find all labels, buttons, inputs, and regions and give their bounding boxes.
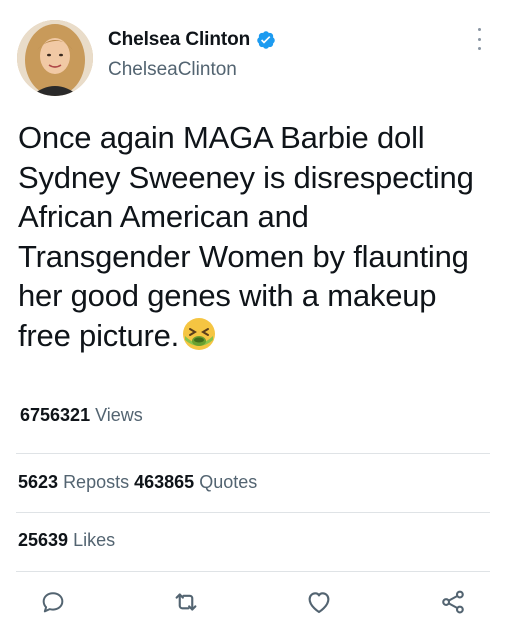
reposts-count[interactable]: 5623 [18, 472, 58, 492]
reply-icon[interactable] [36, 585, 70, 619]
verified-badge-icon [256, 30, 276, 50]
repost-icon[interactable] [169, 585, 203, 619]
avatar[interactable] [17, 20, 93, 96]
likes-label[interactable]: Likes [73, 530, 115, 550]
like-heart-icon[interactable] [302, 585, 336, 619]
author-display-name[interactable]: Chelsea Clinton [108, 29, 250, 51]
likes-count[interactable]: 25639 [18, 530, 68, 550]
quotes-label[interactable]: Quotes [199, 472, 257, 492]
tweet-header: Chelsea Clinton ChelseaClinton [0, 0, 510, 110]
divider [16, 453, 490, 454]
tweet-text: Once again MAGA Barbie doll Sydney Sween… [18, 118, 488, 355]
divider [16, 571, 490, 572]
author-handle[interactable]: ChelseaClinton [108, 59, 237, 81]
nauseated-face-icon [181, 316, 217, 352]
likes-stat: 25639 Likes [18, 530, 115, 551]
quotes-count[interactable]: 463865 [134, 472, 194, 492]
action-bar [0, 585, 510, 625]
views-count: 6756321 [20, 405, 91, 425]
engagement-stats: 5623 Reposts 463865 Quotes [18, 472, 257, 493]
more-options-icon[interactable] [474, 28, 484, 50]
views-stat: 6756321 Views [20, 405, 143, 426]
reposts-label[interactable]: Reposts [63, 472, 129, 492]
author-name-row: Chelsea Clinton [108, 29, 276, 51]
share-icon[interactable] [436, 585, 470, 619]
divider [16, 512, 490, 513]
tweet-text-content: Once again MAGA Barbie doll Sydney Sween… [18, 120, 474, 353]
views-label: Views [95, 405, 143, 425]
